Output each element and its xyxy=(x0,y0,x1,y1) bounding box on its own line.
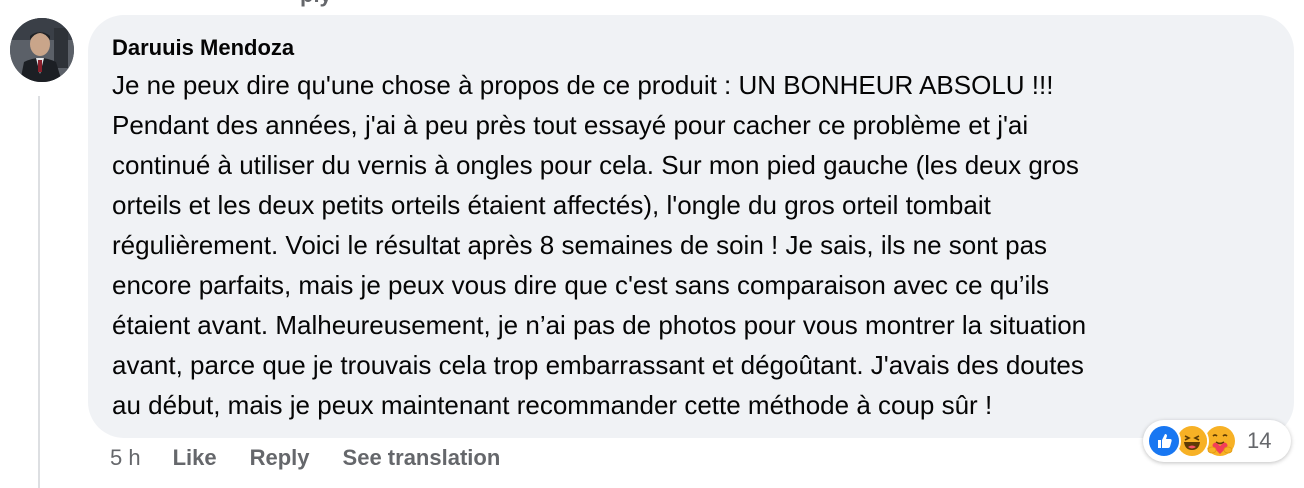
avatar[interactable] xyxy=(10,18,74,82)
comment-bubble: Daruuis Mendoza Je ne peux dire qu'une c… xyxy=(88,15,1294,438)
previous-reply-link[interactable]: ply xyxy=(300,0,332,8)
reply-button[interactable]: Reply xyxy=(250,445,310,471)
reactions-summary[interactable]: 14 xyxy=(1143,420,1291,462)
comment-thread: ply Daruuis Mendoza Je ne peux dire qu'u… xyxy=(0,0,1304,488)
reaction-count: 14 xyxy=(1247,428,1272,453)
comment-author[interactable]: Daruuis Mendoza xyxy=(112,35,1270,61)
comment-actions: 5 h Like Reply See translation xyxy=(110,443,533,473)
avatar-photo xyxy=(10,18,74,82)
like-button[interactable]: Like xyxy=(173,445,217,471)
comment-text: Je ne peux dire qu'une chose à propos de… xyxy=(112,70,1087,420)
thread-line xyxy=(38,96,40,488)
see-translation-button[interactable]: See translation xyxy=(343,445,501,471)
like-icon xyxy=(1147,424,1181,458)
comment-timestamp[interactable]: 5 h xyxy=(110,445,141,471)
